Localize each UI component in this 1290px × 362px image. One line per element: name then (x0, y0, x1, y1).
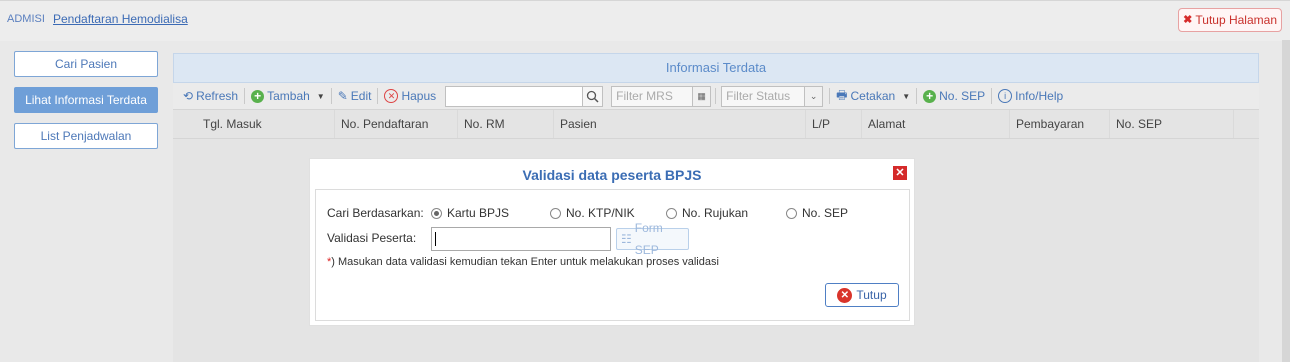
form-icon: ☷ (621, 232, 632, 246)
dialog-title: Validasi data peserta BPJS (522, 167, 702, 183)
table-header: Tgl. Masuk No. Pendaftaran No. RM Pasien… (173, 110, 1259, 139)
divider (715, 88, 717, 104)
column-header[interactable]: L/P (806, 110, 862, 138)
refresh-icon: ⟲ (183, 89, 194, 103)
sidebar-item-lihat-informasi[interactable]: Lihat Informasi Terdata (14, 87, 158, 113)
tutup-label: Tutup (856, 288, 887, 302)
chevron-down-icon: ▼ (902, 91, 911, 101)
radio-label: No. SEP (802, 206, 849, 220)
no-sep-button[interactable]: + No. SEP (918, 89, 990, 103)
hapus-button[interactable]: ✕ Hapus (379, 89, 441, 103)
panel-title: Informasi Terdata (173, 53, 1259, 83)
sidebar-item-list-penjadwalan[interactable]: List Penjadwalan (14, 123, 158, 149)
edit-label: Edit (350, 89, 372, 103)
instruction-note: *) Masukan data validasi kemudian tekan … (327, 256, 719, 268)
refresh-button[interactable]: ⟲ Refresh (178, 89, 243, 103)
column-header[interactable]: No. SEP (1110, 110, 1234, 138)
radio-kartu-bpjs[interactable]: Kartu BPJS (431, 206, 550, 220)
dialog-body: Cari Berdasarkan: Kartu BPJS No. KTP/NIK… (315, 189, 910, 321)
sidebar-item-cari-pasien[interactable]: Cari Pasien (14, 51, 158, 77)
cetakan-label: Cetakan (850, 89, 896, 103)
chevron-down-icon[interactable]: ⌄ (804, 86, 823, 106)
close-icon: ✕ (837, 287, 853, 303)
refresh-label: Refresh (196, 89, 239, 103)
filter-status-placeholder: Filter Status (726, 88, 791, 103)
radio-unchecked-icon (550, 207, 561, 219)
search-icon[interactable] (582, 86, 603, 106)
edit-icon: ✎ (337, 89, 348, 103)
form-sep-button[interactable]: ☷ Form SEP (616, 221, 689, 257)
scrollbar[interactable] (1282, 40, 1290, 362)
column-header[interactable]: Pembayaran (1010, 110, 1110, 138)
column-header[interactable]: No. RM (458, 110, 554, 138)
close-icon: ✖ (1183, 14, 1193, 26)
delete-icon: ✕ (384, 89, 399, 103)
tambah-button[interactable]: + Tambah ▼ (246, 89, 330, 103)
close-page-button[interactable]: ✖ Tutup Halaman (1178, 8, 1282, 32)
tambah-label: Tambah (267, 89, 310, 103)
no-sep-label: No. SEP (939, 89, 986, 103)
chevron-down-icon: ▼ (316, 91, 325, 101)
calendar-icon[interactable]: ▦ (692, 86, 711, 106)
add-icon: + (251, 89, 265, 103)
hapus-label: Hapus (401, 89, 437, 103)
radio-checked-icon (431, 207, 442, 219)
add-icon: + (923, 89, 937, 103)
text-cursor (435, 232, 436, 246)
radio-label: Kartu BPJS (447, 206, 510, 220)
top-bar: ADMISI Pendaftaran Hemodialisa ✖ Tutup H… (0, 0, 1290, 41)
search-by-row: Cari Berdasarkan: Kartu BPJS No. KTP/NIK… (327, 206, 848, 220)
printer-icon: 🖶 (836, 87, 848, 102)
filter-status-select[interactable]: Filter Status ⌄ (721, 85, 824, 107)
column-header[interactable]: Pasien (554, 110, 806, 138)
column-header[interactable]: Tgl. Masuk (197, 110, 335, 138)
divider (991, 88, 993, 104)
note-text: ) Masukan data validasi kemudian tekan E… (331, 256, 719, 268)
filter-mrs-field[interactable]: Filter MRS ▦ (611, 85, 712, 107)
validasi-label: Validasi Peserta: (327, 231, 417, 245)
table-header-spacer (173, 110, 197, 138)
divider (829, 88, 831, 104)
close-icon[interactable]: ✕ (893, 166, 907, 180)
validasi-input[interactable] (431, 227, 611, 251)
info-help-label: Info/Help (1015, 89, 1064, 103)
divider (916, 88, 918, 104)
filter-mrs-placeholder: Filter MRS (616, 88, 673, 103)
info-help-button[interactable]: i Info/Help (993, 89, 1068, 103)
search-input[interactable] (445, 85, 604, 107)
toolbar: ⟲ Refresh + Tambah ▼ ✎ Edit ✕ Hapus Filt… (173, 83, 1259, 110)
sidebar: Cari Pasien Lihat Informasi Terdata List… (14, 51, 158, 159)
cetakan-button[interactable]: 🖶 Cetakan ▼ (831, 86, 915, 107)
divider (244, 88, 246, 104)
bpjs-validation-dialog: Validasi data peserta BPJS ✕ Cari Berdas… (309, 158, 915, 326)
info-icon: i (998, 89, 1013, 103)
divider (377, 88, 379, 104)
column-header[interactable]: Alamat (862, 110, 1010, 138)
breadcrumb-root[interactable]: ADMISI (7, 13, 45, 25)
close-page-label: Tutup Halaman (1195, 13, 1277, 27)
column-header[interactable]: No. Pendaftaran (335, 110, 458, 138)
tutup-button[interactable]: ✕ Tutup (825, 283, 899, 307)
search-by-label: Cari Berdasarkan: (327, 206, 424, 220)
radio-no-sep[interactable]: No. SEP (786, 206, 848, 220)
radio-unchecked-icon (786, 207, 797, 219)
divider (330, 88, 332, 104)
radio-label: No. Rujukan (682, 206, 749, 220)
breadcrumb-title[interactable]: Pendaftaran Hemodialisa (53, 12, 188, 26)
edit-button[interactable]: ✎ Edit (333, 89, 377, 103)
form-sep-label: Form SEP (634, 221, 663, 257)
radio-label: No. KTP/NIK (566, 206, 635, 220)
